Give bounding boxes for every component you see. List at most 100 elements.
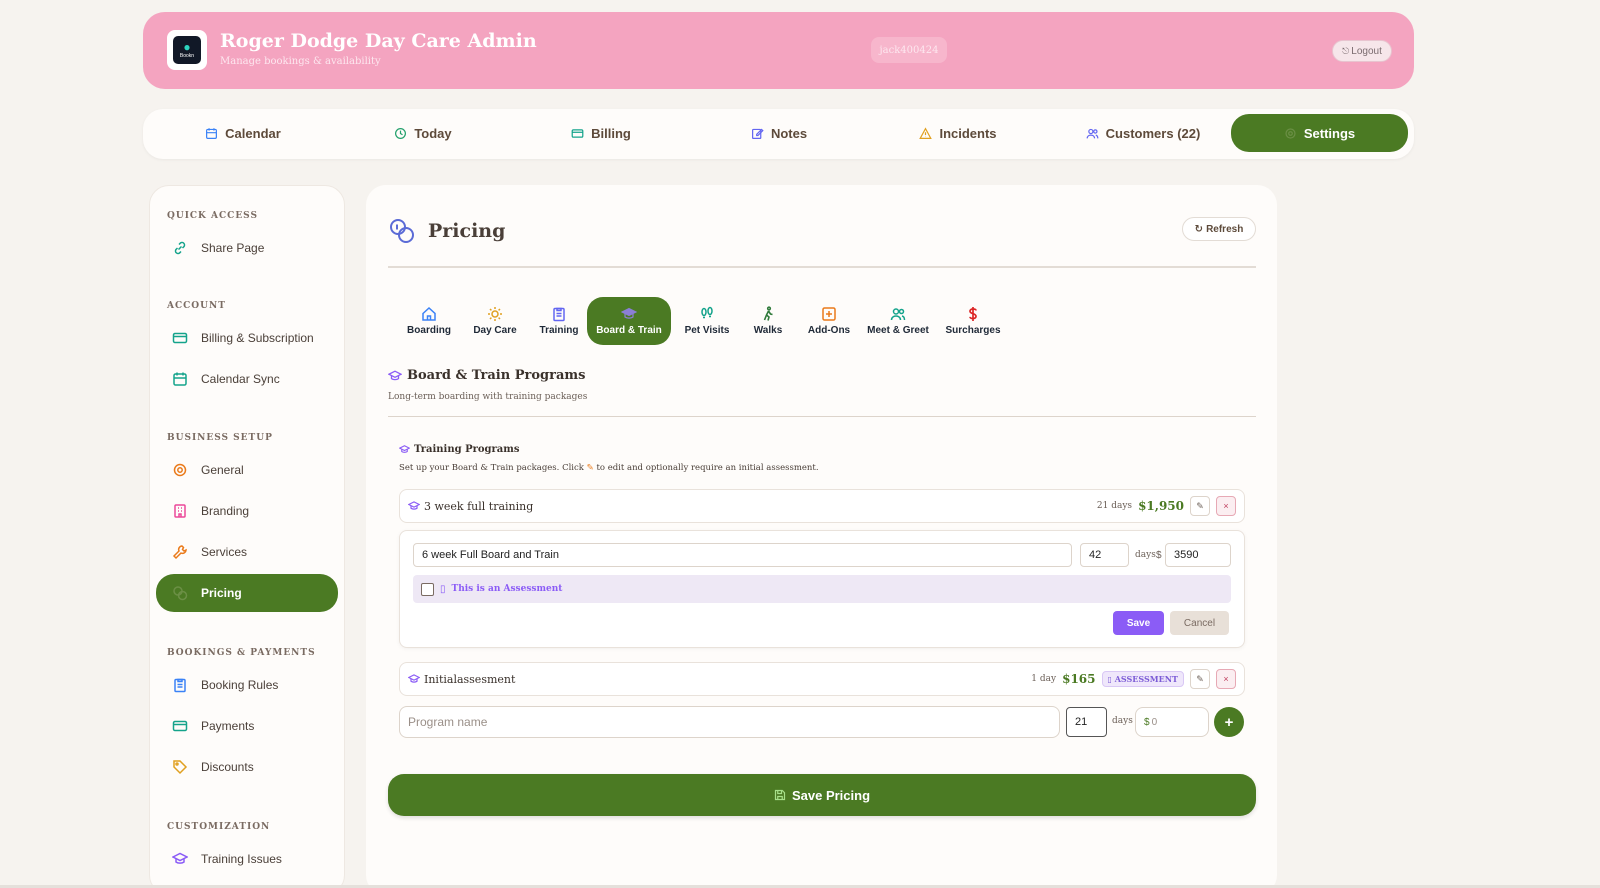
- program-name: 3 week full training: [424, 499, 534, 513]
- users-icon: [890, 308, 906, 321]
- building-icon: [174, 504, 186, 518]
- tab-meet-greet[interactable]: Meet & Greet: [865, 297, 931, 345]
- nav-today[interactable]: Today: [343, 114, 503, 152]
- graduation-cap-icon: [172, 852, 188, 864]
- tab-walks[interactable]: Walks: [743, 297, 793, 345]
- nav-calendar[interactable]: Calendar: [163, 114, 323, 152]
- refresh-button[interactable]: ↻ Refresh: [1182, 217, 1256, 241]
- sidebar-item-booking-rules[interactable]: Booking Rules: [156, 666, 338, 704]
- add-program-button[interactable]: +: [1214, 707, 1244, 737]
- sidebar-item-general[interactable]: General: [156, 451, 338, 489]
- app-logo: ● Bookn: [167, 30, 207, 70]
- page-title: Pricing: [428, 220, 506, 242]
- link-icon: [174, 241, 186, 255]
- username-badge: jack400424: [871, 37, 947, 63]
- tab-boarding[interactable]: Boarding: [399, 297, 459, 345]
- users-icon: [1086, 128, 1099, 138]
- credit-card-icon: [172, 332, 188, 344]
- sidebar-item-discounts[interactable]: Discounts: [156, 748, 338, 786]
- settings-sidebar: QUICK ACCESS Share Page ACCOUNT Billing …: [149, 185, 345, 888]
- tab-training[interactable]: Training: [531, 297, 587, 345]
- tab-board-train[interactable]: Board & Train: [587, 297, 671, 345]
- sidebar-section-bookings-payments: BOOKINGS & PAYMENTS: [167, 648, 316, 658]
- clipboard-icon: ▯: [1107, 674, 1112, 684]
- app-subtitle: Manage bookings & availability: [220, 56, 381, 67]
- edit-icon: [751, 128, 764, 139]
- delete-program-button[interactable]: ×: [1216, 496, 1236, 516]
- close-icon: ×: [1223, 501, 1229, 511]
- nav-notes[interactable]: Notes: [699, 114, 859, 152]
- graduation-cap-icon: [399, 445, 410, 453]
- graduation-cap-icon: [408, 674, 420, 683]
- tag-icon: [173, 760, 188, 775]
- pricing-header: Pricing: [388, 217, 505, 245]
- graduation-cap-icon: [388, 369, 402, 380]
- currency-label: $: [1156, 550, 1162, 561]
- credit-card-icon: [172, 720, 188, 732]
- program-row: Initialassesment 1 day $165 ▯ ASSESSMENT…: [399, 662, 1245, 696]
- sidebar-item-services[interactable]: Services: [156, 533, 338, 571]
- sidebar-section-account: ACCOUNT: [167, 301, 226, 311]
- clock-icon: [395, 127, 407, 139]
- sidebar-item-billing-subscription[interactable]: Billing & Subscription: [156, 319, 338, 357]
- logout-button[interactable]: ⎋ Logout: [1332, 40, 1392, 62]
- new-program-name-input[interactable]: Program name: [399, 706, 1060, 738]
- training-programs-description: Set up your Board & Train packages. Clic…: [399, 463, 819, 473]
- cancel-button[interactable]: Cancel: [1170, 611, 1229, 635]
- gear-icon: [1285, 127, 1296, 139]
- sidebar-section-business-setup: BUSINESS SETUP: [167, 433, 273, 443]
- paw-icon: ●: [183, 40, 191, 54]
- coins-icon: [173, 586, 188, 601]
- new-program-price-input[interactable]: $ 0: [1135, 707, 1209, 737]
- edit-icon: ✎: [1196, 500, 1204, 511]
- program-edit-form: 6 week Full Board and Train 42 days $ 35…: [399, 530, 1245, 648]
- sidebar-item-branding[interactable]: Branding: [156, 492, 338, 530]
- walking-icon: [763, 306, 773, 321]
- assessment-checkbox[interactable]: [421, 582, 434, 596]
- nav-billing[interactable]: Billing: [521, 114, 681, 152]
- coins-icon: [390, 219, 414, 243]
- sidebar-item-training-issues[interactable]: Training Issues: [156, 840, 338, 878]
- save-icon: [774, 789, 786, 801]
- clipboard-icon: [174, 678, 186, 693]
- program-price: $165: [1062, 672, 1096, 686]
- divider: [388, 416, 1256, 417]
- program-days-input[interactable]: 42: [1080, 543, 1129, 567]
- sidebar-item-pricing[interactable]: Pricing: [156, 574, 338, 612]
- app-header: ● Bookn Roger Dodge Day Care Admin Manag…: [143, 12, 1414, 89]
- credit-card-icon: [571, 128, 584, 138]
- edit-program-button[interactable]: ✎: [1190, 669, 1210, 689]
- clipboard-icon: ▯: [440, 583, 446, 595]
- sidebar-section-quick-access: QUICK ACCESS: [167, 211, 258, 221]
- save-pricing-button[interactable]: Save Pricing: [388, 774, 1256, 816]
- tab-pet-visits[interactable]: Pet Visits: [678, 297, 736, 345]
- sidebar-item-calendar-sync[interactable]: Calendar Sync: [156, 360, 338, 398]
- divider: [388, 266, 1256, 268]
- program-row: 3 week full training 21 days $1,950 ✎ ×: [399, 489, 1245, 523]
- refresh-icon: ↻: [1194, 223, 1204, 235]
- graduation-cap-icon: [621, 307, 637, 319]
- tab-surcharges[interactable]: Surcharges: [940, 297, 1006, 345]
- days-label: days: [1135, 550, 1156, 560]
- tab-day-care[interactable]: Day Care: [465, 297, 525, 345]
- program-price-input[interactable]: 3590: [1165, 543, 1231, 567]
- nav-customers[interactable]: Customers (22): [1063, 114, 1223, 152]
- dollar-icon: [969, 307, 977, 321]
- pencil-icon: ✎: [586, 463, 594, 473]
- delete-program-button[interactable]: ×: [1216, 669, 1236, 689]
- nav-settings[interactable]: Settings: [1231, 114, 1408, 152]
- program-price: $1,950: [1138, 499, 1184, 513]
- program-days: 21 days: [1096, 501, 1133, 511]
- pricing-panel: Pricing ↻ Refresh Boarding Day Care Trai…: [366, 185, 1277, 888]
- sidebar-section-customization: CUSTOMIZATION: [167, 822, 271, 832]
- new-program-days-input[interactable]: 21: [1066, 707, 1107, 737]
- nav-incidents[interactable]: Incidents: [878, 114, 1038, 152]
- sidebar-item-share-page[interactable]: Share Page: [156, 229, 338, 267]
- program-name: Initialassesment: [424, 672, 516, 686]
- sidebar-item-payments[interactable]: Payments: [156, 707, 338, 745]
- tab-add-ons[interactable]: Add-Ons: [801, 297, 857, 345]
- edit-program-button[interactable]: ✎: [1190, 496, 1210, 516]
- save-button[interactable]: Save: [1113, 611, 1164, 635]
- close-icon: ×: [1223, 674, 1229, 684]
- program-name-input[interactable]: 6 week Full Board and Train: [413, 543, 1072, 567]
